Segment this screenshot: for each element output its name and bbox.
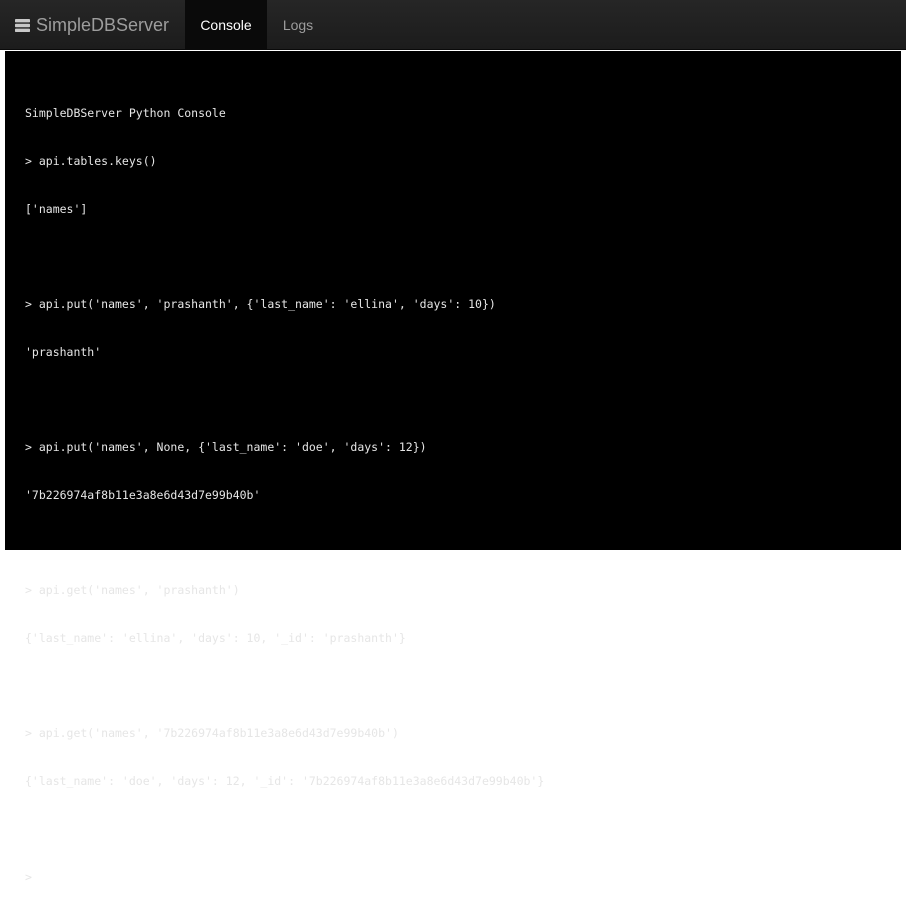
- console-input-line: > api.put('names', None, {'last_name': '…: [25, 440, 427, 454]
- console-output-line: {'last_name': 'ellina', 'days': 10, '_id…: [25, 631, 406, 645]
- console-output-line: {'last_name': 'doe', 'days': 12, '_id': …: [25, 774, 545, 788]
- database-icon: [15, 18, 30, 32]
- console-output-line: 'prashanth': [25, 345, 102, 359]
- tab-console[interactable]: Console: [185, 0, 267, 50]
- prompt-symbol: >: [25, 870, 32, 884]
- console-input-line: > api.put('names', 'prashanth', {'last_n…: [25, 297, 496, 311]
- tab-logs-label: Logs: [282, 17, 314, 33]
- console-input-line: > api.get('names', '7b226974af8b11e3a8e6…: [25, 726, 399, 740]
- brand-name: SimpleDBServer: [36, 14, 170, 35]
- console-prompt[interactable]: >: [25, 869, 901, 885]
- top-navbar: SimpleDBServer Console Logs: [0, 0, 906, 50]
- console-output-line: ['names']: [25, 202, 88, 216]
- console-input-line: > api.get('names', 'prashanth'): [25, 583, 240, 597]
- python-console[interactable]: SimpleDBServer Python Console > api.tabl…: [5, 51, 901, 884]
- console-input-line: > api.tables.keys(): [25, 154, 157, 168]
- brand-link[interactable]: SimpleDBServer: [15, 0, 169, 50]
- tab-console-label: Console: [200, 17, 252, 33]
- console-banner: SimpleDBServer Python Console: [25, 106, 226, 120]
- tab-logs[interactable]: Logs: [267, 0, 329, 50]
- console-output-line: '7b226974af8b11e3a8e6d43d7e99b40b': [25, 488, 261, 502]
